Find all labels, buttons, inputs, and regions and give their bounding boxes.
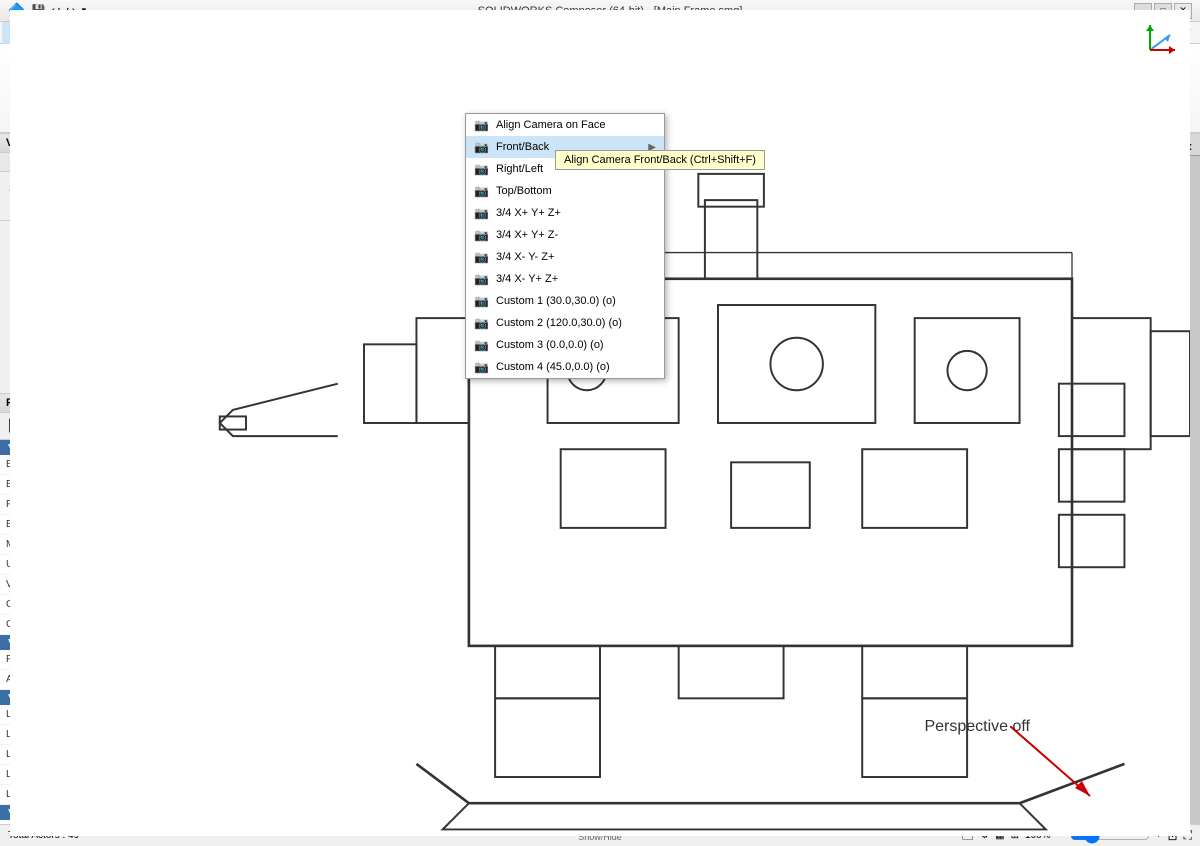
- perspective-arrow-svg: [1010, 726, 1130, 806]
- dropdown-item-custom2[interactable]: 📷 Custom 2 (120.0,30.0) (o): [466, 312, 664, 334]
- dropdown-item-3d-xpypzm[interactable]: 📷 3/4 X+ Y+ Z-: [466, 224, 664, 246]
- model-drawing-svg: [293, 134, 1190, 824]
- 3d-xmypzp-icon: 📷: [474, 272, 490, 286]
- dropdown-item-top-bottom[interactable]: 📷 Top/Bottom: [466, 180, 664, 202]
- 3d-xpypzp-icon: 📷: [474, 206, 490, 220]
- custom2-label: Custom 2 (120.0,30.0) (o): [496, 317, 622, 329]
- dropdown-item-custom3[interactable]: 📷 Custom 3 (0.0,0.0) (o): [466, 334, 664, 356]
- align-on-face-label: Align Camera on Face: [496, 119, 605, 131]
- 3d-xmymzp-icon: 📷: [474, 250, 490, 264]
- top-bottom-icon: 📷: [474, 184, 490, 198]
- 3d-xpypzm-label: 3/4 X+ Y+ Z-: [496, 229, 558, 241]
- dropdown-item-3d-xpypzp[interactable]: 📷 3/4 X+ Y+ Z+: [466, 202, 664, 224]
- 3d-xmypzp-label: 3/4 X- Y+ Z+: [496, 273, 558, 285]
- right-left-icon: 📷: [474, 162, 490, 176]
- 3d-xpypzp-label: 3/4 X+ Y+ Z+: [496, 207, 561, 219]
- dropdown-item-3d-xmypzp[interactable]: 📷 3/4 X- Y+ Z+: [466, 268, 664, 290]
- front-back-tooltip: Align Camera Front/Back (Ctrl+Shift+F): [555, 150, 765, 170]
- model-viewport[interactable]: Perspective off: [293, 134, 1190, 824]
- top-bottom-label: Top/Bottom: [496, 185, 552, 197]
- front-back-icon: 📷: [474, 140, 490, 154]
- custom1-icon: 📷: [474, 294, 490, 308]
- dropdown-item-custom1[interactable]: 📷 Custom 1 (30.0,30.0) (o): [466, 290, 664, 312]
- custom3-label: Custom 3 (0.0,0.0) (o): [496, 339, 604, 351]
- canvas-background: Perspective off: [293, 134, 1190, 824]
- front-back-label: Front/Back: [496, 141, 549, 153]
- custom4-icon: 📷: [474, 360, 490, 374]
- right-left-label: Right/Left: [496, 163, 543, 175]
- content-area: Main Frame.smg ✕ ─ □ ✕: [293, 134, 1200, 824]
- 3d-xmymzp-label: 3/4 X- Y- Z+: [496, 251, 554, 263]
- dropdown-item-3d-xmymzp[interactable]: 📷 3/4 X- Y- Z+: [466, 246, 664, 268]
- align-on-face-icon: 📷: [474, 118, 490, 132]
- custom1-label: Custom 1 (30.0,30.0) (o): [496, 295, 616, 307]
- 3d-xpypzm-icon: 📷: [474, 228, 490, 242]
- custom2-icon: 📷: [474, 316, 490, 330]
- custom3-icon: 📷: [474, 338, 490, 352]
- dropdown-item-align-on-face[interactable]: 📷 Align Camera on Face: [466, 114, 664, 136]
- dropdown-item-custom4[interactable]: 📷 Custom 4 (45.0,0.0) (o): [466, 356, 664, 378]
- custom4-label: Custom 4 (45.0,0.0) (o): [496, 361, 610, 373]
